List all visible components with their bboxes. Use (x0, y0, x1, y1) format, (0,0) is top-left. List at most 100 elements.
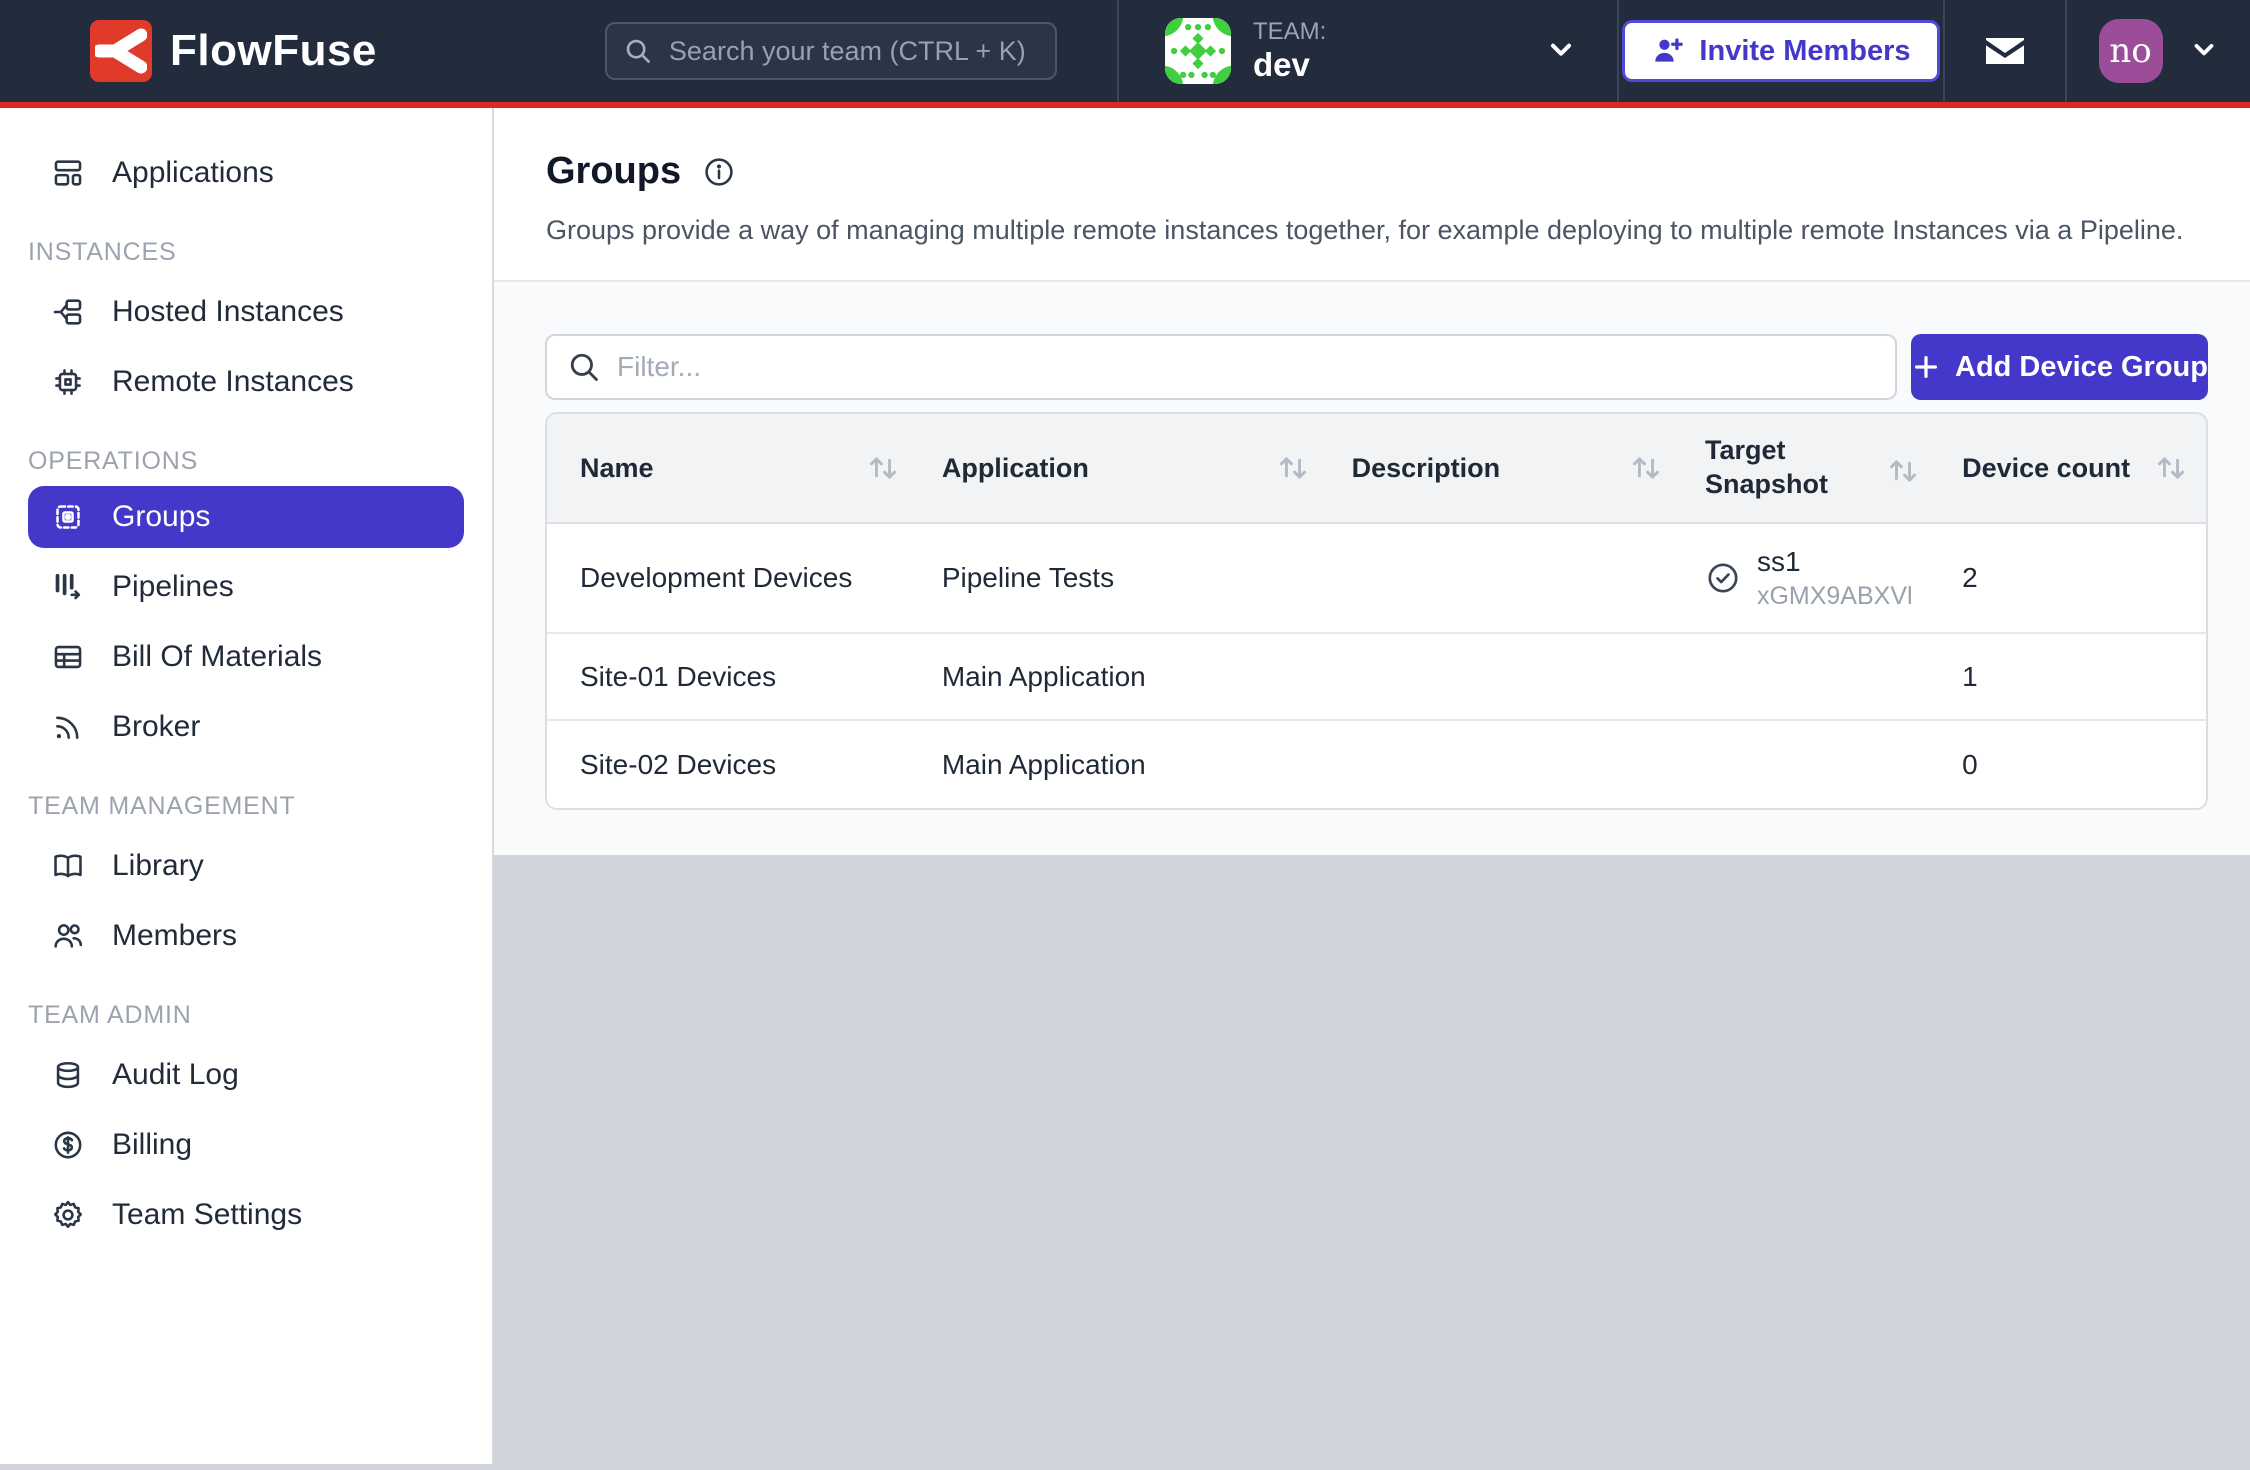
pipelines-icon (50, 569, 86, 605)
add-device-group-button[interactable]: Add Device Group (1911, 334, 2208, 400)
sort-icon[interactable] (1274, 451, 1312, 485)
sort-icon[interactable] (864, 451, 902, 485)
cell-name: Site-01 Devices (547, 661, 942, 693)
plus-icon (1911, 352, 1941, 382)
sidebar-section-team-management: TEAM MANAGEMENT (28, 792, 492, 821)
sort-icon[interactable] (1627, 451, 1665, 485)
sidebar-item-label: Team Settings (112, 1198, 302, 1232)
cell-target-snapshot: ss1xGMX9ABXVl (1705, 544, 1962, 613)
cell-device-count: 0 (1962, 749, 2206, 781)
sidebar-section-instances: INSTANCES (28, 238, 492, 267)
sidebar-section-operations: OPERATIONS (28, 447, 492, 476)
sidebar-item-billing[interactable]: Billing (0, 1110, 492, 1180)
brand-name: FlowFuse (170, 26, 377, 76)
sidebar-item-label: Applications (112, 156, 274, 190)
library-icon (50, 848, 86, 884)
sort-icon[interactable] (2152, 451, 2190, 485)
filter-input[interactable] (617, 351, 1875, 383)
table-header-row: NameApplicationDescriptionTarget Snapsho… (547, 414, 2206, 524)
cell-device-count: 1 (1962, 661, 2206, 693)
cell-application: Main Application (942, 661, 1352, 693)
sidebar-item-label: Billing (112, 1128, 192, 1162)
mail-icon (1981, 27, 2029, 75)
cell-application: Pipeline Tests (942, 562, 1352, 594)
sidebar-item-label: Remote Instances (112, 365, 354, 399)
sidebar-item-groups[interactable]: Groups (28, 486, 464, 548)
sidebar-item-label: Bill Of Materials (112, 640, 322, 674)
top-header: FlowFuse (0, 0, 2250, 108)
cell-name: Site-02 Devices (547, 749, 942, 781)
page-description: Groups provide a way of managing multipl… (546, 215, 2200, 246)
sidebar-item-label: Broker (112, 710, 200, 744)
info-icon[interactable] (703, 156, 735, 188)
snapshot-id: xGMX9ABXVl (1757, 580, 1913, 613)
members-icon (50, 918, 86, 954)
cell-name: Development Devices (547, 562, 942, 594)
search-icon (567, 350, 601, 384)
sidebar-item-remote-instances[interactable]: Remote Instances (0, 347, 492, 417)
bill-of-materials-icon (50, 639, 86, 675)
team-search[interactable] (605, 22, 1057, 80)
sidebar-item-hosted-instances[interactable]: Hosted Instances (0, 277, 492, 347)
sidebar-item-label: Pipelines (112, 570, 234, 604)
column-header-application[interactable]: Application (942, 451, 1352, 485)
team-selector[interactable]: TEAM: dev (1117, 0, 1617, 102)
column-header-description[interactable]: Description (1352, 451, 1705, 485)
page-header: Groups Groups provide a way of managing … (494, 108, 2250, 282)
team-avatar (1165, 18, 1231, 84)
device-groups-table: NameApplicationDescriptionTarget Snapsho… (545, 412, 2208, 810)
billing-icon (50, 1127, 86, 1163)
sidebar-item-label: Library (112, 849, 204, 883)
cell-device-count: 2 (1962, 562, 2206, 594)
notifications-button[interactable] (1943, 0, 2065, 102)
groups-panel: Add Device Group NameApplicationDescript… (494, 282, 2250, 855)
invite-members-button[interactable]: Invite Members (1622, 20, 1939, 82)
table-row-development-devices[interactable]: Development DevicesPipeline Tests ss1xGMX… (547, 524, 2206, 634)
search-icon (623, 36, 653, 71)
sidebar-item-team-settings[interactable]: Team Settings (0, 1180, 492, 1250)
applications-icon (50, 155, 86, 191)
table-row-site-01-devices[interactable]: Site-01 DevicesMain Application 1 (547, 634, 2206, 721)
groups-icon (50, 499, 86, 535)
page-title: Groups (546, 150, 681, 193)
flowfuse-logo-icon (90, 20, 152, 82)
table-row-site-02-devices[interactable]: Site-02 DevicesMain Application 0 (547, 721, 2206, 808)
main-content: Groups Groups provide a way of managing … (494, 108, 2250, 1464)
sidebar-item-label: Audit Log (112, 1058, 239, 1092)
sidebar-item-library[interactable]: Library (0, 831, 492, 901)
team-label: TEAM: (1253, 18, 1326, 46)
table-body: Development DevicesPipeline Tests ss1xGMX… (547, 524, 2206, 808)
column-header-target-snapshot[interactable]: Target Snapshot (1705, 434, 1962, 502)
sidebar-item-bill-of-materials[interactable]: Bill Of Materials (0, 622, 492, 692)
column-header-device-count[interactable]: Device count (1962, 451, 2206, 485)
sidebar-section-team-admin: TEAM ADMIN (28, 1001, 492, 1030)
check-circle-icon (1705, 560, 1741, 596)
sort-icon[interactable] (1884, 454, 1922, 488)
background-area (494, 855, 2250, 1464)
brand[interactable]: FlowFuse (90, 20, 377, 82)
hosted-instances-icon (50, 294, 86, 330)
sidebar-item-label: Groups (112, 500, 210, 534)
team-name: dev (1253, 46, 1326, 84)
sidebar-item-pipelines[interactable]: Pipelines (0, 552, 492, 622)
filter-field[interactable] (545, 334, 1897, 400)
user-avatar: no (2099, 19, 2163, 83)
sidebar-item-applications[interactable]: Applications (0, 138, 492, 208)
audit-log-icon (50, 1057, 86, 1093)
sidebar-item-members[interactable]: Members (0, 901, 492, 971)
sidebar-nav: Applications INSTANCES Hosted Instances Rem… (0, 108, 494, 1464)
user-menu[interactable]: no (2065, 0, 2250, 102)
team-settings-icon (50, 1197, 86, 1233)
column-header-name[interactable]: Name (547, 451, 942, 485)
snapshot-name: ss1 (1757, 544, 1913, 580)
sidebar-item-label: Members (112, 919, 237, 953)
broker-icon (50, 709, 86, 745)
chevron-down-icon (2189, 34, 2219, 69)
search-input[interactable] (605, 22, 1057, 80)
sidebar-item-label: Hosted Instances (112, 295, 344, 329)
sidebar-item-broker[interactable]: Broker (0, 692, 492, 762)
chevron-down-icon (1545, 33, 1577, 70)
sidebar-item-audit-log[interactable]: Audit Log (0, 1040, 492, 1110)
cell-application: Main Application (942, 749, 1352, 781)
remote-instances-icon (50, 364, 86, 400)
